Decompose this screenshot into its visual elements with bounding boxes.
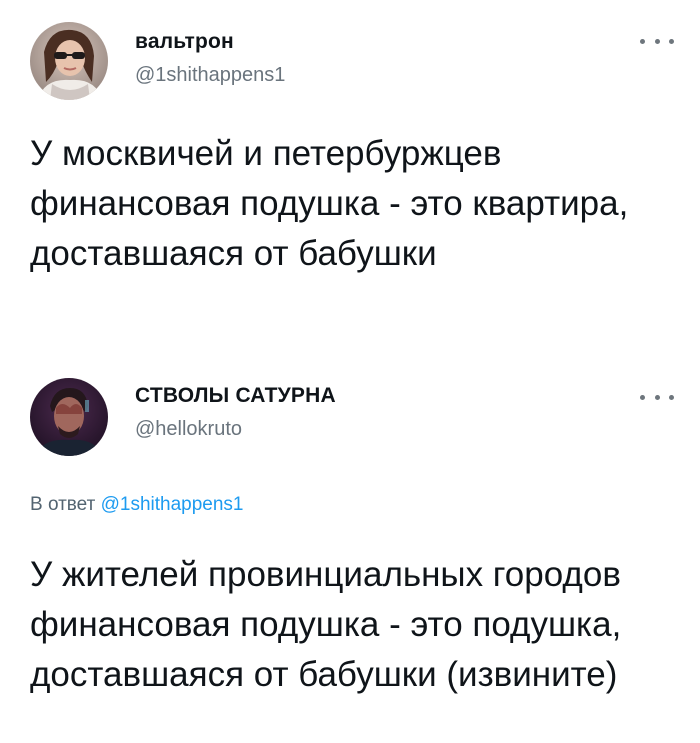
more-dot [654,394,660,400]
display-name[interactable]: СТВОЛЫ САТУРНА [135,384,336,408]
user-handle[interactable]: @hellokruto [135,418,242,441]
tweet-text: У москвичей и петербуржцев финансовая по… [30,134,629,273]
more-dot [640,394,645,400]
more-dot [640,38,645,44]
tweet[interactable]: вальтрон @1shithappens1 У москвичей и пе… [0,0,700,360]
more-horizontal-icon[interactable] [640,388,674,406]
reply-context: В ответ @1shithappens1 [30,494,244,516]
reply-mention-link[interactable]: @1shithappens1 [101,494,244,515]
avatar-man-photo [30,378,108,456]
more-dot [654,38,660,44]
user-handle[interactable]: @1shithappens1 [135,64,285,87]
more-dot [669,394,674,400]
more-horizontal-icon[interactable] [640,32,674,50]
avatar-woman-photo [30,22,108,100]
user-avatar[interactable] [30,378,108,456]
more-dot [669,38,674,44]
tweet[interactable]: СТВОЛЫ САТУРНА @hellokruto В ответ @1shi… [0,360,700,743]
tweet-text: У жителей провинциальных городов финансо… [30,555,622,694]
display-name[interactable]: вальтрон [135,30,234,54]
reply-prefix: В ответ [30,494,96,515]
user-avatar[interactable] [30,22,108,100]
